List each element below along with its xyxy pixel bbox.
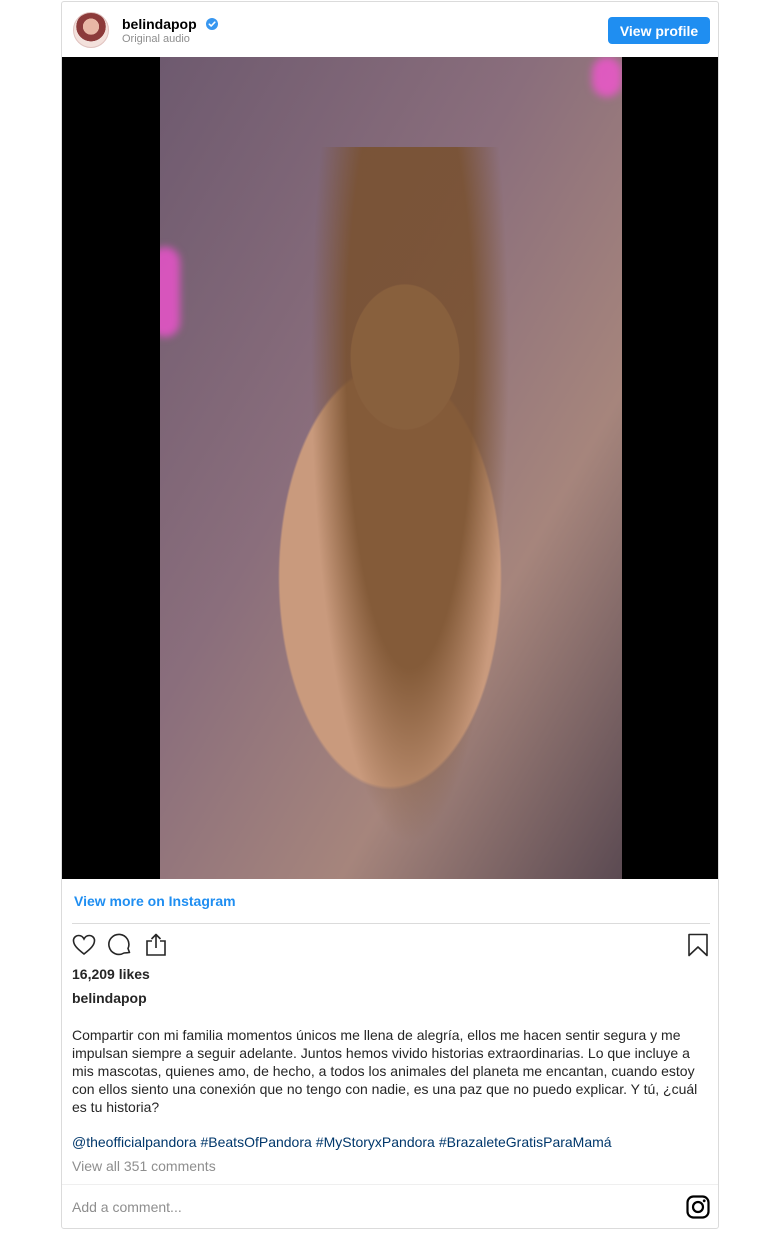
post-media[interactable] [62,57,718,879]
likes-count[interactable]: 16,209 likes [72,966,150,982]
caption-username[interactable]: belindapop [72,990,147,1006]
verified-badge-icon [205,18,218,30]
caption-tags: @theofficialpandora #BeatsOfPandora #MySto… [72,1134,616,1150]
divider [72,923,710,924]
view-profile-button[interactable]: View profile [608,17,710,44]
instagram-icon[interactable] [685,1194,711,1220]
username[interactable]: belindapop [122,16,218,32]
neon-light [160,247,180,337]
instagram-embed-card: belindapop Original audio View profile V… [61,1,719,1229]
view-more-link[interactable]: View more on Instagram [74,893,236,909]
comment-icon[interactable] [107,932,133,958]
view-all-comments-link[interactable]: View all 351 comments [72,1158,216,1174]
post-caption: Compartir con mi familia momentos únicos… [72,1027,698,1115]
hashtag-link[interactable]: #MyStoryxPandora [316,1134,435,1150]
avatar[interactable] [73,12,109,48]
post-header: belindapop Original audio View profile [62,2,718,57]
mention-link[interactable]: @theofficialpandora [72,1134,196,1150]
audio-subtitle[interactable]: Original audio [122,33,190,45]
heart-icon[interactable] [71,932,97,958]
divider [62,1184,718,1185]
share-icon[interactable] [143,932,169,958]
neon-light [592,57,622,97]
add-comment-link[interactable]: Add a comment... [72,1199,182,1215]
bookmark-icon[interactable] [685,932,711,958]
photo-subject [310,147,510,847]
hashtag-link[interactable]: #BrazaleteGratisParaMamá [439,1134,612,1150]
post-photo[interactable] [160,57,622,879]
hashtag-link[interactable]: #BeatsOfPandora [200,1134,311,1150]
username-text[interactable]: belindapop [122,16,197,32]
